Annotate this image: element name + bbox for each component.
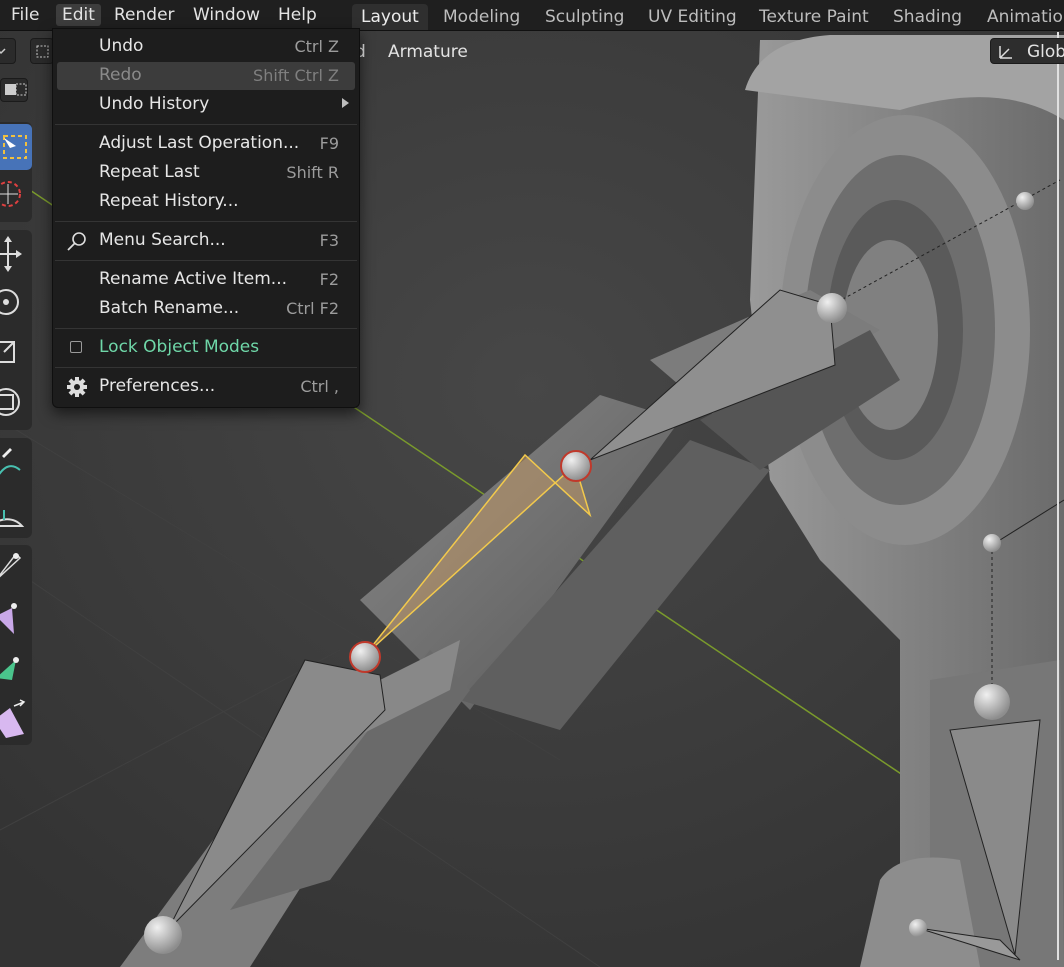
measure-icon (0, 510, 25, 527)
tool-bone-roll[interactable] (0, 546, 32, 592)
tool-rotate[interactable] (0, 280, 32, 326)
menu-item-label: Repeat Last (99, 162, 200, 182)
menu-item-label: Redo (99, 65, 142, 85)
submenu-arrow-icon (342, 98, 349, 108)
move-icon (0, 236, 22, 272)
menu-help[interactable]: Help (272, 4, 323, 26)
tool-measure[interactable] (0, 490, 32, 536)
menu-item-label: Rename Active Item... (99, 269, 288, 289)
menu-item-label: Undo (99, 36, 144, 56)
tab-animation[interactable]: Animatio (978, 4, 1064, 30)
menu-render[interactable]: Render (108, 4, 181, 26)
cursor-icon (0, 181, 21, 207)
menu-separator (55, 328, 357, 329)
bone-size-icon (0, 603, 17, 634)
tool-transform[interactable] (0, 380, 32, 426)
transform-orientation-dropdown[interactable]: Glob (990, 38, 1064, 64)
menu-edit[interactable]: Edit (56, 4, 101, 26)
menu-item-redo: Redo Shift Ctrl Z (57, 62, 355, 90)
menu-file[interactable]: File (5, 4, 45, 26)
gear-icon (67, 377, 87, 397)
lock-object-modes-checkbox[interactable] (70, 341, 82, 353)
menu-separator (55, 260, 357, 261)
tool-cursor[interactable] (0, 172, 32, 218)
bone-roll-icon (0, 552, 22, 578)
menu-item-menu-search[interactable]: Menu Search... F3 (53, 227, 359, 255)
tool-extrude-cursor[interactable] (0, 698, 32, 744)
menu-window[interactable]: Window (187, 4, 266, 26)
menu-item-label: Menu Search... (99, 230, 226, 250)
menu-item-shortcut: Ctrl F2 (286, 299, 339, 318)
search-icon (67, 232, 86, 251)
extrude-cursor-icon (0, 699, 26, 738)
menu-item-label: Undo History (99, 94, 210, 114)
menu-item-label: Adjust Last Operation... (99, 133, 300, 153)
menu-separator (55, 367, 357, 368)
menu-item-label: Repeat History... (99, 191, 239, 211)
select-mode-icon (5, 83, 27, 96)
tab-modeling[interactable]: Modeling (434, 4, 529, 30)
editor-type-button[interactable] (0, 38, 16, 64)
tool-scale[interactable] (0, 330, 32, 376)
chevron-down-icon (0, 48, 6, 55)
select-mode-button[interactable] (0, 78, 28, 102)
menu-item-repeat-history[interactable]: Repeat History... (53, 188, 359, 216)
menu-item-label: Batch Rename... (99, 298, 240, 318)
menu-item-lock-object-modes[interactable]: Lock Object Modes (53, 334, 359, 362)
menu-item-shortcut: F3 (319, 231, 339, 250)
edit-menu-dropdown: Undo Ctrl Z Redo Shift Ctrl Z Undo Histo… (52, 28, 360, 408)
menu-item-shortcut: Ctrl Z (294, 37, 339, 56)
menu-item-label: Preferences... (99, 376, 216, 396)
orientation-label: Glob (1027, 42, 1064, 62)
tab-texture-paint[interactable]: Texture Paint (750, 4, 878, 30)
menu-item-shortcut: Shift R (286, 163, 339, 182)
tool-select-box[interactable] (0, 124, 32, 170)
scale-icon (0, 341, 15, 363)
menu-item-shortcut: Ctrl , (300, 377, 339, 396)
menu-item-shortcut: F9 (319, 134, 339, 153)
tab-sculpting[interactable]: Sculpting (536, 4, 633, 30)
menu-item-shortcut: F2 (319, 270, 339, 289)
menu-separator (55, 221, 357, 222)
tab-layout[interactable]: Layout (352, 4, 428, 30)
menu-item-label: Lock Object Modes (99, 337, 260, 357)
annotate-icon (0, 448, 21, 475)
menu-item-shortcut: Shift Ctrl Z (253, 66, 339, 85)
menu-item-adjust-last-operation[interactable]: Adjust Last Operation... F9 (53, 130, 359, 158)
mode-selector-button[interactable] (30, 38, 54, 64)
rotate-icon (0, 289, 19, 315)
menu-item-rename-active-item[interactable]: Rename Active Item... F2 (53, 266, 359, 294)
menu-item-repeat-last[interactable]: Repeat Last Shift R (53, 159, 359, 187)
menu-item-batch-rename[interactable]: Batch Rename... Ctrl F2 (53, 295, 359, 323)
select-box-icon (3, 135, 27, 159)
extrude-icon (0, 657, 19, 680)
menu-item-undo-history[interactable]: Undo History (53, 91, 359, 119)
tab-shading[interactable]: Shading (884, 4, 971, 30)
menu-item-preferences[interactable]: Preferences... Ctrl , (53, 373, 359, 401)
menu-separator (55, 124, 357, 125)
tool-annotate[interactable] (0, 440, 32, 486)
transform-icon (0, 388, 20, 416)
tool-extrude[interactable] (0, 648, 32, 694)
armature-menu[interactable]: Armature (388, 42, 468, 62)
menu-item-undo[interactable]: Undo Ctrl Z (53, 33, 359, 61)
tool-bone-size[interactable] (0, 596, 32, 642)
orientation-icon (999, 46, 1012, 59)
tool-move[interactable] (0, 232, 32, 278)
tab-uv-editing[interactable]: UV Editing (639, 4, 746, 30)
top-menubar: File Edit Render Window Help Layout Mode… (0, 0, 1064, 31)
